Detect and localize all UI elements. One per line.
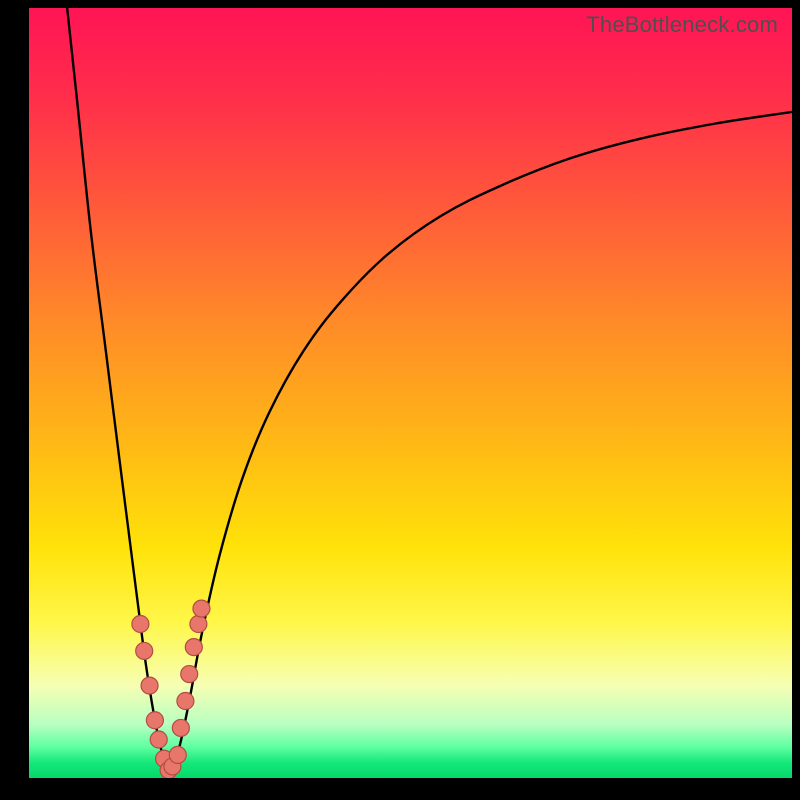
sample-dot bbox=[193, 600, 210, 617]
plot-area: TheBottleneck.com bbox=[29, 8, 792, 778]
curve-sample-dots bbox=[132, 600, 210, 778]
sample-dot bbox=[156, 750, 173, 767]
sample-dot bbox=[177, 693, 194, 710]
sample-dot bbox=[136, 642, 153, 659]
watermark-text: TheBottleneck.com bbox=[586, 12, 778, 38]
sample-dot bbox=[160, 762, 177, 778]
sample-dot bbox=[185, 639, 202, 656]
sample-dot bbox=[150, 731, 167, 748]
curve-left-branch bbox=[67, 8, 166, 766]
sample-dot bbox=[181, 666, 198, 683]
sample-dot bbox=[172, 719, 189, 736]
bottleneck-curve bbox=[29, 8, 792, 778]
curve-right-branch bbox=[172, 112, 792, 767]
sample-dot bbox=[190, 616, 207, 633]
sample-dot bbox=[132, 616, 149, 633]
chart-frame: TheBottleneck.com bbox=[0, 0, 800, 800]
sample-dot bbox=[146, 712, 163, 729]
sample-dot bbox=[169, 746, 186, 763]
sample-dot bbox=[164, 758, 181, 775]
sample-dot bbox=[141, 677, 158, 694]
